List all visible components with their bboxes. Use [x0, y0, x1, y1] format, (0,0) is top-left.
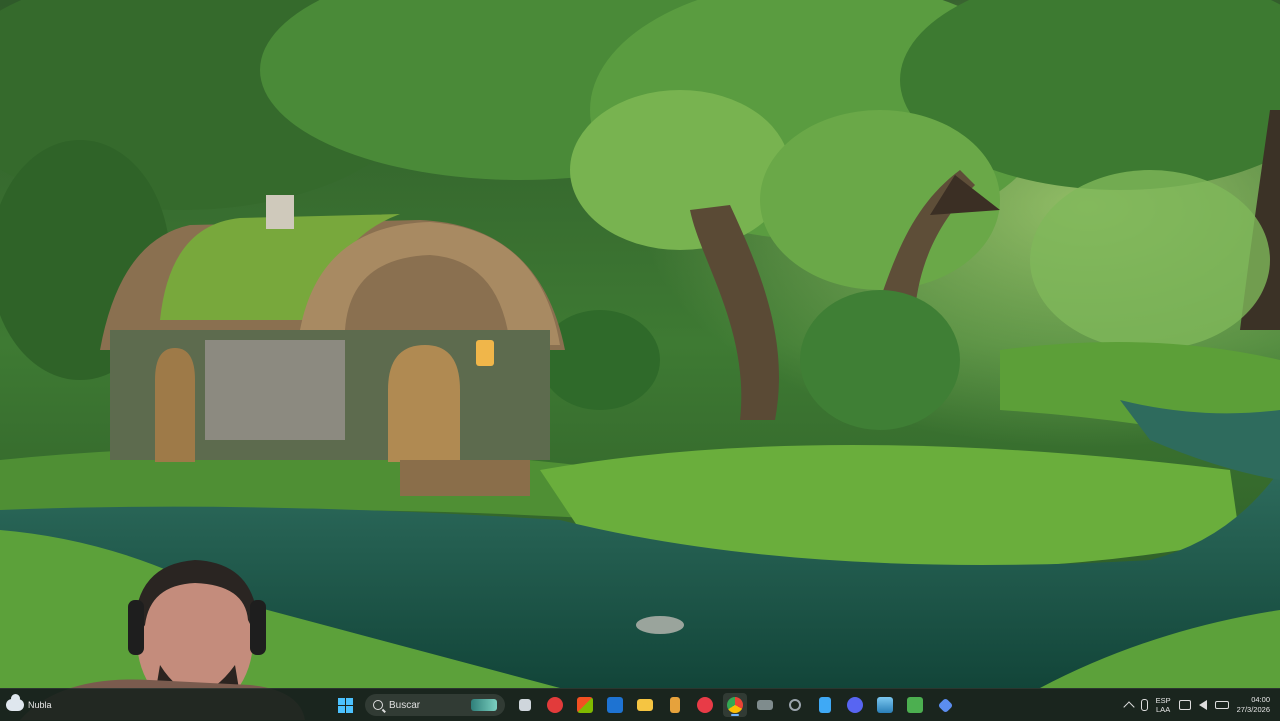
taskbar-app-chrome[interactable] — [723, 693, 747, 717]
search-placeholder: Buscar — [389, 699, 421, 711]
app-green-icon — [907, 697, 923, 713]
taskbar-app-store[interactable] — [573, 693, 597, 717]
language-indicator[interactable]: ESP LAA — [1156, 696, 1171, 714]
clock-time: 04:00 — [1251, 695, 1270, 704]
photos-icon — [877, 697, 893, 713]
network-icon[interactable] — [1178, 700, 1191, 710]
gauge-icon — [789, 699, 801, 711]
app-orange-icon — [670, 697, 680, 713]
language-secondary: LAA — [1156, 705, 1171, 714]
taskbar-app-file-explorer[interactable] — [633, 693, 657, 717]
search-highlight-icon — [471, 699, 497, 711]
discord-icon — [847, 697, 863, 713]
app-blue-icon — [937, 697, 953, 713]
weather-widget[interactable]: Nubla — [6, 689, 52, 721]
store-icon — [577, 697, 593, 713]
taskbar-app-gray[interactable] — [753, 693, 777, 717]
taskbar-app-photos[interactable] — [873, 693, 897, 717]
taskbar-app-orange[interactable] — [663, 693, 687, 717]
clock-date: 27/3/2026 — [1236, 705, 1270, 714]
cloud-icon — [6, 694, 24, 711]
task-view-button[interactable] — [513, 693, 537, 717]
taskbar-app-media-player[interactable] — [693, 693, 717, 717]
chrome-icon — [727, 697, 743, 713]
notepad-icon — [819, 697, 831, 713]
chevron-up-icon[interactable] — [1122, 701, 1135, 713]
volume-icon[interactable] — [1198, 700, 1207, 710]
clock[interactable]: 04:00 27/3/2026 — [1237, 695, 1270, 715]
play-icon — [697, 697, 713, 713]
weather-label: Nubla — [28, 700, 52, 710]
app-red-icon — [547, 697, 563, 713]
app-gray-icon — [757, 700, 773, 710]
battery-icon[interactable] — [1214, 701, 1229, 709]
taskbar-center: Buscar — [333, 689, 957, 721]
taskbar-app-notepad[interactable] — [813, 693, 837, 717]
start-button[interactable] — [333, 693, 357, 717]
search-box[interactable]: Buscar — [365, 694, 505, 716]
taskbar-app-green[interactable] — [903, 693, 927, 717]
windows-icon — [337, 697, 353, 713]
taskbar-app-discord[interactable] — [843, 693, 867, 717]
folder-icon — [637, 699, 653, 711]
search-icon — [373, 700, 383, 710]
microphone-icon[interactable] — [1140, 699, 1148, 711]
taskbar-app-dark[interactable] — [783, 693, 807, 717]
taskbar-app-red[interactable] — [543, 693, 567, 717]
outlook-icon — [607, 697, 623, 713]
taskbar: Nubla Buscar ESP LAA 04:00 27/3/2026 — [0, 688, 1280, 721]
task-view-icon — [519, 699, 531, 711]
system-tray: ESP LAA 04:00 27/3/2026 — [1122, 689, 1280, 721]
language-primary: ESP — [1155, 696, 1171, 705]
taskbar-app-blue[interactable] — [933, 693, 957, 717]
taskbar-app-outlook[interactable] — [603, 693, 627, 717]
